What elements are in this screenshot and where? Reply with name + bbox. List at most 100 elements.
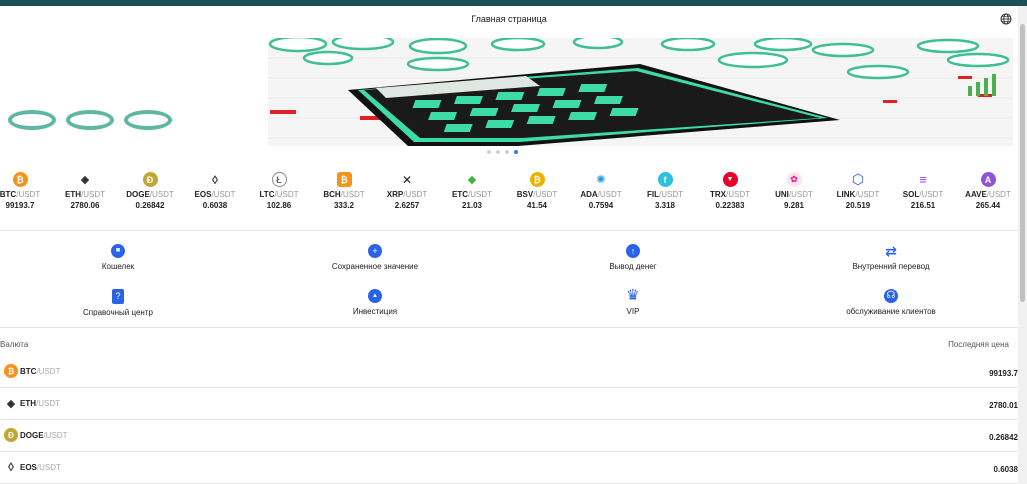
promo-banner-image[interactable] bbox=[268, 38, 1013, 146]
uniswap-icon: ✿ bbox=[786, 172, 802, 187]
header: Главная страница bbox=[0, 6, 1018, 34]
menu-label: Справочный центр bbox=[83, 308, 153, 317]
carousel-dot[interactable] bbox=[496, 150, 500, 154]
calculator-illustration bbox=[268, 38, 1013, 146]
page-title: Главная страница bbox=[471, 14, 547, 24]
deposit-plus-icon: + bbox=[368, 244, 382, 258]
ticker-item[interactable]: ◆ ETH/USDT 2780.06 bbox=[52, 172, 118, 212]
menu-label: Кошелек bbox=[101, 262, 135, 271]
menu-label: Сохраненное значение bbox=[331, 262, 419, 271]
globe-icon[interactable] bbox=[1000, 13, 1012, 25]
ticker-item[interactable]: f FIL/USDT 3.318 bbox=[632, 172, 698, 212]
ticker-price: 2780.06 bbox=[70, 201, 100, 210]
bitcoin-cash-icon: ₿ bbox=[336, 172, 352, 187]
coin-shape bbox=[124, 110, 172, 130]
menu-label: Внутренний перевод bbox=[852, 262, 930, 271]
row-price: 0.26842 bbox=[989, 433, 1018, 442]
ticker-item[interactable]: ▼ TRX/USDT 0.22383 bbox=[697, 172, 763, 212]
wallet-icon: ■ bbox=[111, 244, 125, 258]
ticker-price: 99193.7 bbox=[5, 201, 35, 210]
help-document-icon: ? bbox=[112, 289, 124, 304]
ethereum-icon: ◆ bbox=[4, 396, 18, 410]
menu-withdraw[interactable]: ↑ Вывод денег bbox=[558, 244, 708, 271]
ticker-price: 21.03 bbox=[461, 201, 483, 210]
xrp-icon: ✕ bbox=[399, 172, 415, 187]
menu-vip[interactable]: ♛ VIP bbox=[558, 287, 708, 316]
price-ticker: ₿ BTC/USDT 99193.7 ◆ ETH/USDT 2780.06 Ð … bbox=[0, 171, 1021, 220]
chainlink-icon: ⬡ bbox=[850, 171, 866, 187]
dogecoin-icon: Ð bbox=[142, 172, 158, 187]
ethereum-icon: ◆ bbox=[77, 172, 93, 187]
menu-deposit[interactable]: + Сохраненное значение bbox=[300, 244, 450, 271]
ticker-item[interactable]: Ł LTC/USDT 102.86 bbox=[246, 172, 312, 212]
menu-customer-service[interactable]: ☊ обслуживание клиентов bbox=[816, 289, 966, 316]
ticker-item[interactable]: ✺ ADA/USDT 0.7594 bbox=[568, 172, 634, 212]
customer-service-headset-icon: ☊ bbox=[884, 289, 898, 303]
market-row[interactable]: ◆ ETH/USDT 2780.01 bbox=[0, 388, 1018, 420]
banner-previous-slide[interactable] bbox=[0, 34, 268, 150]
vip-crown-icon: ♛ bbox=[626, 287, 640, 304]
ticker-price: 9.281 bbox=[783, 201, 805, 210]
withdraw-arrow-icon: ↑ bbox=[626, 244, 640, 258]
ticker-price: 41.54 bbox=[526, 201, 548, 210]
bitcoin-icon: ₿ bbox=[12, 172, 28, 187]
ticker-price: 102.86 bbox=[266, 201, 292, 210]
tron-icon: ▼ bbox=[722, 172, 738, 187]
bitcoin-sv-icon: ₿ bbox=[529, 172, 545, 187]
coin-shape bbox=[66, 110, 114, 130]
ticker-price: 20.519 bbox=[845, 201, 871, 210]
ticker-item[interactable]: ⬡ LINK/USDT 20.519 bbox=[825, 171, 891, 212]
menu-wallet[interactable]: ■ Кошелек bbox=[43, 244, 193, 271]
ticker-price: 0.26842 bbox=[135, 201, 165, 210]
ticker-item[interactable]: ◆ ETC/USDT 21.03 bbox=[439, 172, 505, 212]
carousel-dot[interactable] bbox=[487, 150, 491, 154]
carousel-dot-active[interactable] bbox=[514, 150, 518, 154]
ticker-item[interactable]: ✕ XRP/USDT 2.6257 bbox=[374, 172, 440, 212]
market-row[interactable]: Ð DOGE/USDT 0.26842 bbox=[0, 420, 1018, 452]
menu-label: Вывод денег bbox=[609, 262, 657, 271]
solana-icon: ≡ bbox=[915, 172, 931, 187]
ticker-item[interactable]: Ð DOGE/USDT 0.26842 bbox=[117, 172, 183, 212]
scrollbar-thumb[interactable] bbox=[1020, 24, 1025, 302]
ticker-item[interactable]: A AAVE/USDT 265.44 bbox=[955, 172, 1021, 212]
ticker-price: 0.6038 bbox=[202, 201, 228, 210]
ticker-price: 0.7594 bbox=[588, 201, 614, 210]
ticker-price: 2.6257 bbox=[394, 201, 420, 210]
menu-help-center[interactable]: ? Справочный центр bbox=[43, 289, 193, 317]
ticker-price: 3.318 bbox=[654, 201, 676, 210]
dogecoin-icon: Ð bbox=[4, 428, 18, 442]
market-row[interactable]: ◊ EOS/USDT 0.6038 bbox=[0, 452, 1018, 484]
market-row[interactable]: ₿ BTC/USDT 99193.7 bbox=[0, 356, 1018, 388]
column-currency: Валюта bbox=[0, 340, 29, 349]
ticker-price: 216.51 bbox=[910, 201, 936, 210]
carousel-dots bbox=[487, 150, 518, 154]
ticker-item[interactable]: ₿ BSV/USDT 41.54 bbox=[504, 172, 570, 212]
ticker-item[interactable]: ≡ SOL/USDT 216.51 bbox=[890, 172, 956, 212]
ticker-price: 333.2 bbox=[333, 201, 355, 210]
aave-icon: A bbox=[980, 172, 996, 187]
ticker-price: 265.44 bbox=[975, 201, 1001, 210]
row-price: 2780.01 bbox=[989, 401, 1018, 410]
ethereum-classic-icon: ◆ bbox=[464, 172, 480, 187]
bitcoin-icon: ₿ bbox=[4, 364, 18, 378]
ticker-item[interactable]: ◊ EOS/USDT 0.6038 bbox=[182, 172, 248, 212]
ticker-item[interactable]: ₿ BCH/USDT 333.2 bbox=[311, 172, 377, 212]
ticker-item[interactable]: ✿ UNI/USDT 9.281 bbox=[761, 172, 827, 212]
menu-label: Инвестиция bbox=[352, 307, 398, 316]
eos-icon: ◊ bbox=[207, 172, 223, 187]
column-last-price: Последняя цена bbox=[948, 340, 1009, 349]
menu-investment[interactable]: ▲ Инвестиция bbox=[300, 289, 450, 316]
filecoin-icon: f bbox=[657, 172, 673, 187]
menu-internal-transfer[interactable]: ⇄ Внутренний перевод bbox=[816, 244, 966, 271]
coin-shape bbox=[8, 110, 56, 130]
page-scrollbar[interactable] bbox=[1018, 6, 1027, 484]
ticker-item[interactable]: ₿ BTC/USDT 99193.7 bbox=[0, 172, 53, 212]
ticker-price: 0.22383 bbox=[715, 201, 745, 210]
transfer-arrows-icon: ⇄ bbox=[885, 243, 897, 259]
litecoin-icon: Ł bbox=[271, 172, 287, 187]
eos-icon: ◊ bbox=[4, 460, 18, 474]
market-list-header: Валюта Последняя цена bbox=[0, 340, 1018, 352]
divider bbox=[0, 327, 1018, 328]
carousel-dot[interactable] bbox=[505, 150, 509, 154]
row-price: 99193.7 bbox=[989, 369, 1018, 378]
